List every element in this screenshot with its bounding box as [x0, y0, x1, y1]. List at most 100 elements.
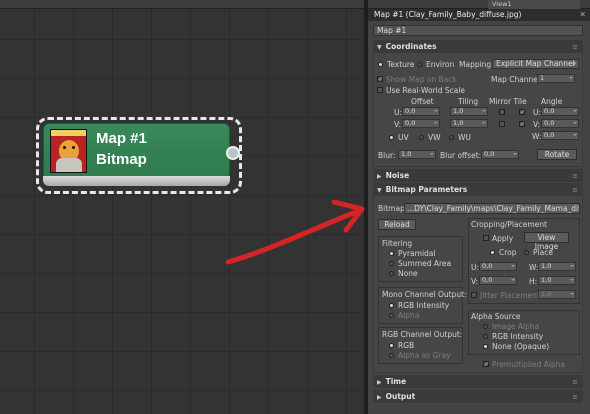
w-angle-spinner[interactable]: 0,0: [541, 131, 579, 140]
output-header[interactable]: ▶ Output ≡: [374, 391, 582, 403]
noise-header[interactable]: ▶ Noise ≡: [374, 170, 582, 182]
mapping-dropdown[interactable]: Explicit Map Channel: [492, 59, 579, 69]
v-offset-spinner[interactable]: 0,0: [402, 119, 440, 128]
node-title: Map #1: [96, 130, 147, 147]
mono-alpha-label: Alpha: [398, 311, 420, 320]
none-filter-radio[interactable]: [389, 271, 394, 276]
crop-v-label: V:: [471, 277, 479, 286]
premultiplied-label: Premultiplied Alpha: [492, 360, 566, 369]
node-footer: [43, 176, 230, 186]
u-angle-label: U:: [533, 108, 542, 117]
crop-h-spinner[interactable]: 1,0: [538, 276, 576, 285]
v-label: V:: [394, 120, 402, 129]
none-opaque-radio[interactable]: [483, 344, 488, 349]
cropping-title: Cropping/Placement: [471, 220, 547, 229]
blur-offset-spinner[interactable]: 0,0: [481, 150, 519, 159]
time-header[interactable]: ▶ Time ≡: [374, 376, 582, 388]
close-icon[interactable]: ✕: [579, 9, 586, 21]
uv-label: UV: [398, 133, 409, 142]
rgb-radio[interactable]: [389, 343, 394, 348]
reload-button[interactable]: Reload: [378, 219, 416, 230]
pyramidal-label: Pyramidal: [398, 249, 436, 258]
environ-label: Environ: [426, 60, 455, 69]
mapping-label: Mapping:: [459, 60, 494, 69]
mono-alpha-radio[interactable]: [389, 313, 394, 318]
alpha-rgb-intensity-label: RGB Intensity: [492, 332, 544, 341]
map-channel-label: Map Channel:: [491, 75, 543, 84]
time-rollout: ▶ Time ≡: [373, 375, 583, 388]
rgb-label: RGB: [398, 341, 415, 350]
blur-offset-label: Blur offset:: [440, 151, 482, 160]
real-world-label: Use Real-World Scale: [386, 86, 466, 95]
v-tile-checkbox[interactable]: ✔: [519, 121, 525, 128]
offset-header: Offset: [411, 97, 434, 106]
none-opaque-label: None (Opaque): [492, 342, 550, 351]
image-alpha-label: Image Alpha: [492, 322, 540, 331]
red-arrow-annotation: [225, 200, 365, 265]
bitmap-label: Bitmap:: [378, 204, 408, 213]
u-mirror-checkbox[interactable]: [499, 109, 505, 115]
map-name-field[interactable]: Map #1: [373, 25, 583, 36]
v-mirror-checkbox[interactable]: [499, 121, 505, 127]
mono-rgb-intensity-radio[interactable]: [389, 303, 394, 308]
mirror-tile-header: Mirror Tile: [489, 97, 527, 106]
u-label: U:: [394, 108, 403, 117]
crop-label: Crop: [499, 248, 517, 257]
premultiplied-checkbox[interactable]: ✔: [483, 361, 489, 368]
material-panel: Map #1 (Clay_Family_Baby_diffuse.jpg) ✕ M…: [368, 9, 590, 414]
place-radio[interactable]: [524, 250, 529, 255]
environ-radio[interactable]: [417, 62, 422, 67]
jitter-spinner[interactable]: 1,0: [538, 290, 576, 299]
v-tiling-spinner[interactable]: 1,0: [450, 119, 488, 128]
alpha-as-gray-label: Alpha as Gray: [398, 351, 451, 360]
real-world-checkbox[interactable]: [377, 87, 383, 93]
coordinates-rollout: ▼ Coordinates ≡ Texture Environ Mapping: E…: [373, 40, 583, 167]
bitmap-parameters-header[interactable]: ▼ Bitmap Parameters ≡: [374, 184, 582, 196]
vw-radio[interactable]: [419, 135, 424, 140]
v-angle-spinner[interactable]: 0,0: [541, 119, 579, 128]
bitmap-parameters-rollout: ▼ Bitmap Parameters ≡ Bitmap: ...DY\Clay_F…: [373, 183, 583, 373]
wu-label: WU: [458, 133, 471, 142]
coordinates-header[interactable]: ▼ Coordinates ≡: [374, 41, 582, 53]
alpha-rgb-intensity-radio[interactable]: [483, 334, 488, 339]
jitter-label: Jitter Placement:: [480, 291, 543, 300]
blur-spinner[interactable]: 1,0: [398, 150, 436, 159]
summed-area-label: Summed Area: [398, 259, 452, 268]
jitter-checkbox[interactable]: [471, 292, 477, 298]
blur-label: Blur:: [378, 151, 396, 160]
uv-radio[interactable]: [389, 135, 394, 140]
panel-title: Map #1 (Clay_Family_Baby_diffuse.jpg) ✕: [368, 9, 590, 21]
texture-thumbnail: [50, 129, 87, 173]
texture-radio[interactable]: [378, 62, 383, 67]
u-angle-spinner[interactable]: 0,0: [541, 107, 579, 116]
summed-area-radio[interactable]: [389, 261, 394, 266]
u-offset-spinner[interactable]: 0,0: [402, 107, 440, 116]
apply-checkbox[interactable]: [483, 235, 489, 241]
node-type: Bitmap: [96, 151, 147, 168]
show-map-label: Show Map on Back: [386, 75, 457, 84]
output-socket[interactable]: [226, 146, 240, 160]
image-alpha-radio[interactable]: [483, 324, 488, 329]
apply-label: Apply: [492, 234, 514, 243]
u-tile-checkbox[interactable]: ✔: [519, 109, 525, 116]
view-tab[interactable]: View1: [488, 0, 580, 9]
alpha-as-gray-radio[interactable]: [389, 353, 394, 358]
mono-output-title: Mono Channel Output:: [382, 290, 467, 299]
crop-u-spinner[interactable]: 0,0: [479, 262, 517, 271]
output-rollout: ▶ Output ≡: [373, 390, 583, 403]
show-map-checkbox[interactable]: ✔: [377, 76, 383, 83]
u-tiling-spinner[interactable]: 1,0: [450, 107, 488, 116]
texture-label: Texture: [387, 60, 415, 69]
bitmap-node[interactable]: Map #1 Bitmap: [43, 123, 230, 180]
crop-v-spinner[interactable]: 0,0: [479, 276, 517, 285]
map-channel-spinner[interactable]: 1: [537, 74, 575, 83]
crop-w-spinner[interactable]: 1,0: [538, 262, 576, 271]
rotate-button[interactable]: Rotate: [537, 149, 577, 160]
crop-radio[interactable]: [490, 250, 495, 255]
bitmap-path-button[interactable]: ...DY\Clay_Family\maps\Clay_Family_Mama_…: [404, 203, 580, 214]
view-image-button[interactable]: View Image: [524, 232, 569, 251]
rgb-output-title: RGB Channel Output:: [382, 330, 463, 339]
pyramidal-radio[interactable]: [389, 251, 394, 256]
mono-rgb-intensity-label: RGB Intensity: [398, 301, 450, 310]
wu-radio[interactable]: [449, 135, 454, 140]
